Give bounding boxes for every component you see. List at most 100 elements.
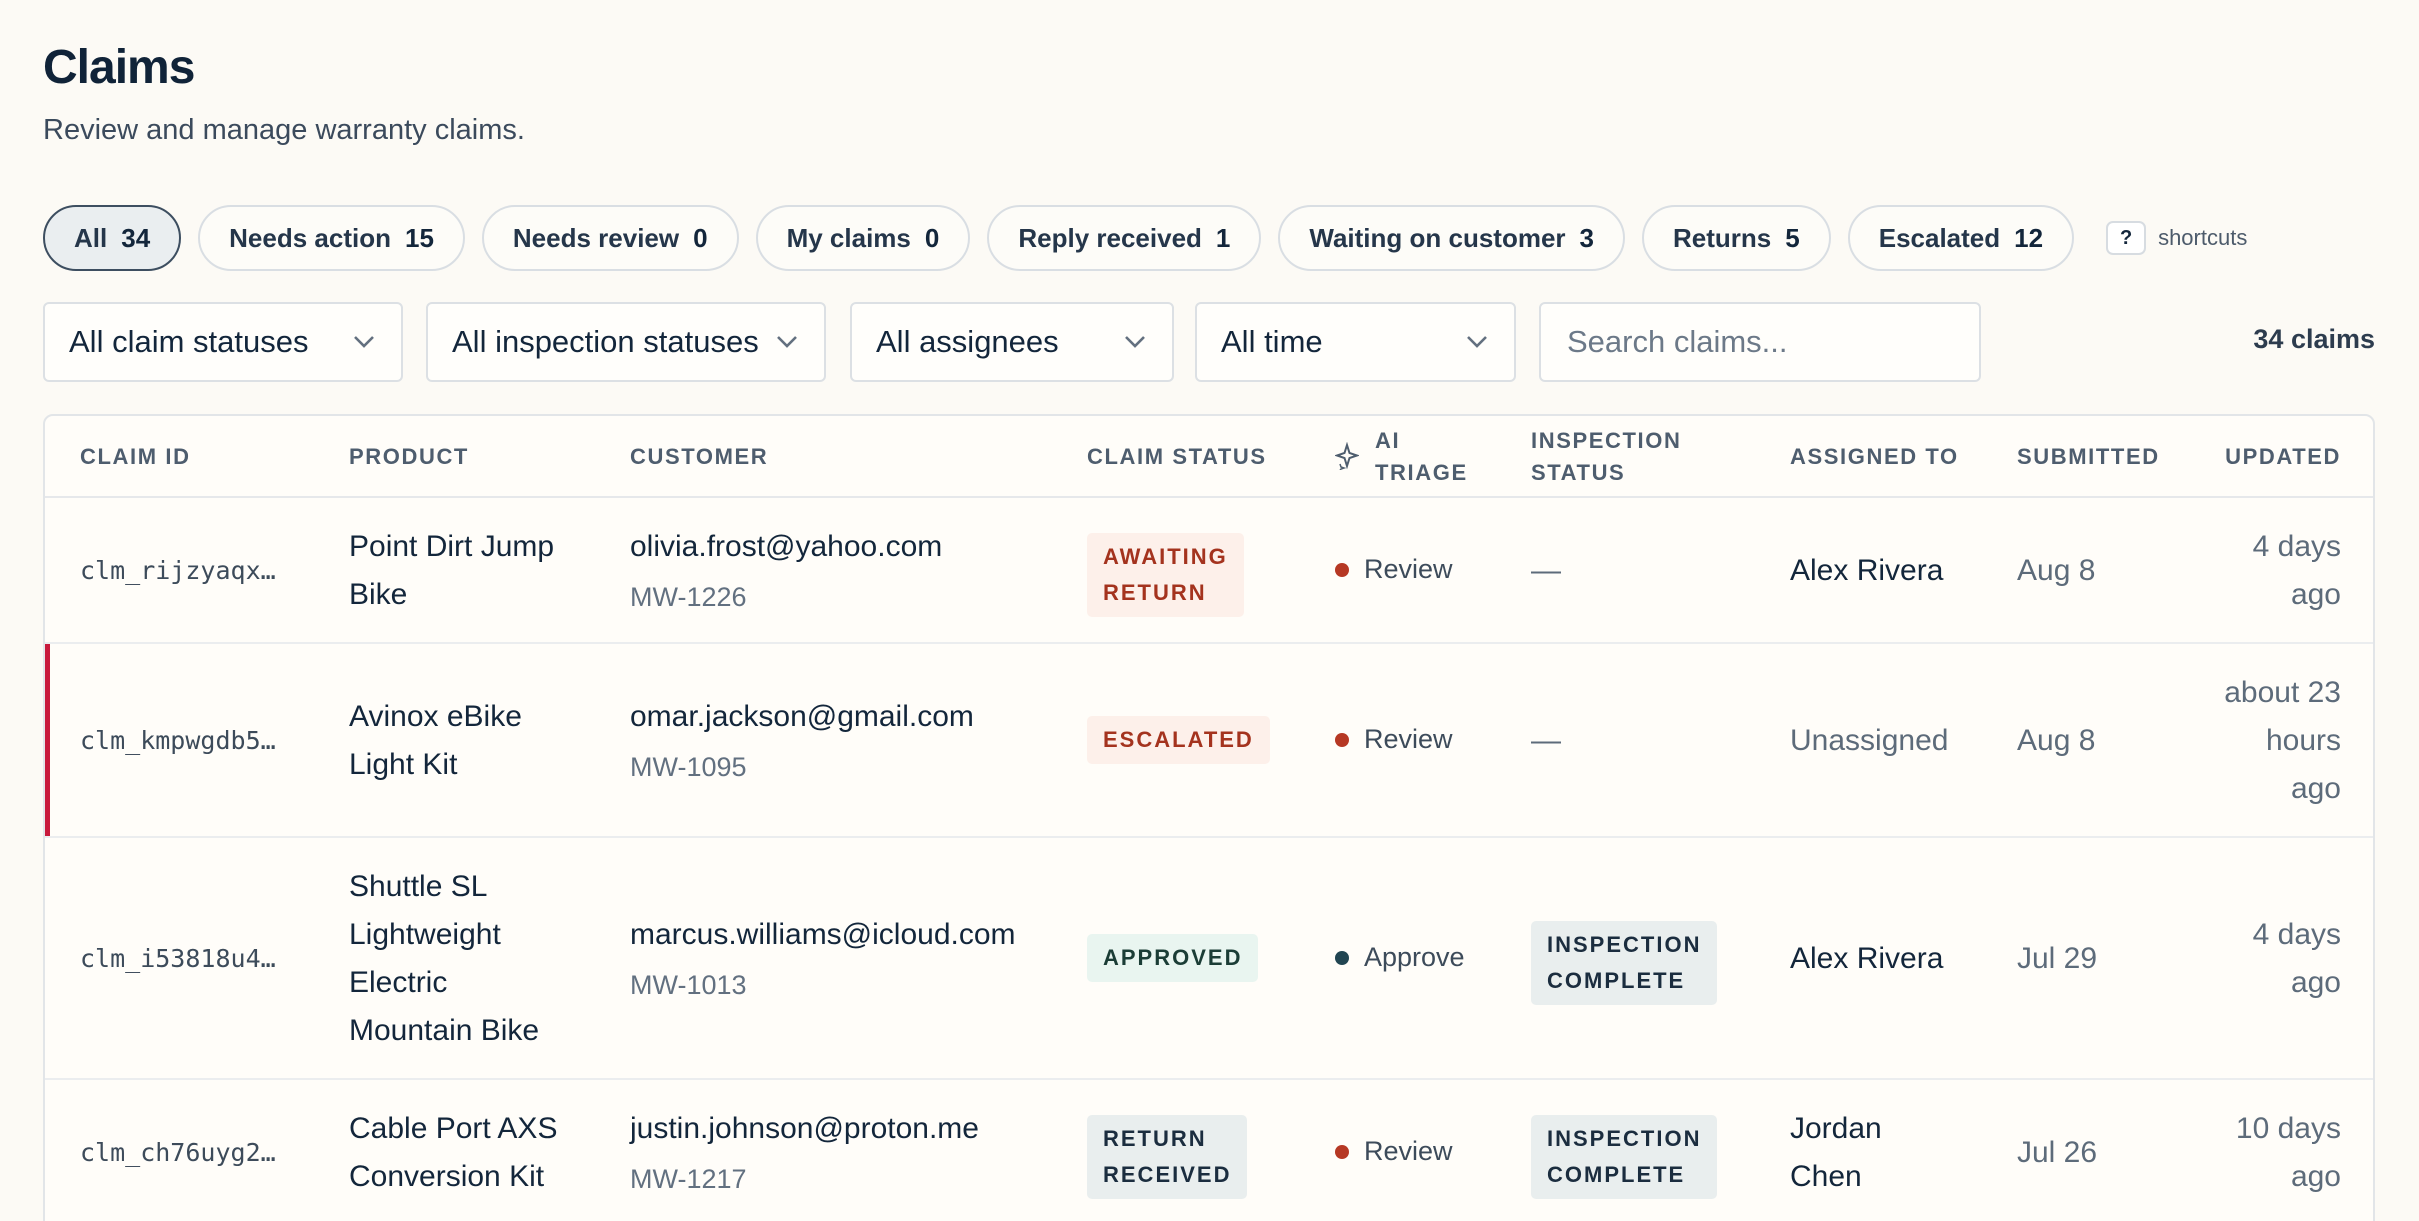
tab-count: 5 bbox=[1785, 222, 1800, 253]
inspection-status: — bbox=[1531, 554, 1561, 587]
customer-email: olivia.frost@yahoo.com bbox=[630, 530, 943, 563]
header-ai-triage-line1: AI bbox=[1375, 428, 1401, 453]
triage-label: Review bbox=[1364, 1136, 1453, 1166]
ai-triage: Review bbox=[1335, 554, 1453, 585]
ai-triage: Review bbox=[1335, 1136, 1453, 1167]
assignee[interactable]: Alex Rivera bbox=[1790, 547, 1943, 595]
shortcuts-label: shortcuts bbox=[2158, 225, 2248, 250]
product-name: Shuttle SL Lightweight Electric Mountain… bbox=[349, 863, 539, 1055]
tab-returns[interactable]: Returns 5 bbox=[1642, 205, 1831, 271]
inspection-status-filter[interactable]: All inspection statuses bbox=[426, 302, 826, 382]
chevron-down-icon bbox=[774, 329, 800, 355]
inspection-line: INSPECTION bbox=[1547, 1126, 1702, 1151]
tab-escalated[interactable]: Escalated 12 bbox=[1847, 205, 2075, 271]
assignee-filter[interactable]: All assignees bbox=[850, 302, 1174, 382]
updated-time: 4 days ago bbox=[2253, 523, 2341, 619]
updated-time: about 23 hours ago bbox=[2224, 669, 2341, 813]
tab-needs-action[interactable]: Needs action 15 bbox=[198, 205, 465, 271]
table-header: CLAIM ID PRODUCT CUSTOMER CLAIM STATUS A… bbox=[45, 416, 2373, 498]
time-filter[interactable]: All time bbox=[1195, 302, 1516, 382]
assignee[interactable]: Jordan Chen bbox=[1790, 1105, 1882, 1201]
header-inspection-status[interactable]: INSPECTION STATUS bbox=[1531, 425, 1681, 489]
tab-label: Reply received bbox=[1018, 222, 1202, 253]
time-filter-value: All time bbox=[1221, 324, 1323, 359]
sparkle-icon bbox=[1333, 441, 1361, 471]
tab-waiting-on-customer[interactable]: Waiting on customer 3 bbox=[1278, 205, 1626, 271]
inspection-line: COMPLETE bbox=[1547, 968, 1686, 993]
customer-email: marcus.williams@icloud.com bbox=[630, 918, 1016, 951]
updated-line: about 23 bbox=[2224, 676, 2341, 709]
product-name: Avinox eBike Light Kit bbox=[349, 693, 522, 789]
tab-needs-review[interactable]: Needs review 0 bbox=[481, 205, 739, 271]
status-badge: RETURN RECEIVED bbox=[1087, 1115, 1248, 1199]
status-badge: AWAITING RETURN bbox=[1087, 533, 1244, 617]
tab-count: 15 bbox=[404, 222, 434, 253]
chevron-down-icon bbox=[1464, 329, 1490, 355]
table-row[interactable]: clm_i53818u4… Shuttle SL Lightweight Ele… bbox=[45, 838, 2373, 1080]
assignee-line: Jordan bbox=[1790, 1112, 1882, 1145]
updated-line: 10 days bbox=[2235, 1112, 2341, 1145]
triage-dot-icon bbox=[1335, 950, 1349, 965]
header-updated[interactable]: UPDATED bbox=[2225, 441, 2341, 473]
status-line: RECEIVED bbox=[1103, 1162, 1232, 1187]
ai-triage: Approve bbox=[1335, 942, 1465, 973]
table-row[interactable]: clm_kmpwgdb5… Avinox eBike Light Kit oma… bbox=[45, 644, 2373, 838]
table-row[interactable]: clm_ch76uyg2… Cable Port AXS Conversion … bbox=[45, 1080, 2373, 1221]
status-line: APPROVED bbox=[1103, 945, 1243, 970]
tab-label: Waiting on customer bbox=[1309, 222, 1566, 253]
search-input[interactable] bbox=[1539, 302, 1981, 382]
header-assigned-to[interactable]: ASSIGNED TO bbox=[1790, 441, 1959, 473]
triage-dot-icon bbox=[1335, 562, 1349, 577]
assignee[interactable]: Unassigned bbox=[1790, 717, 1948, 765]
product-line: Avinox eBike bbox=[349, 700, 522, 733]
updated-line: ago bbox=[2290, 578, 2341, 611]
header-inspection-line1: INSPECTION bbox=[1531, 428, 1682, 453]
header-submitted[interactable]: SUBMITTED bbox=[2017, 441, 2160, 473]
page-subtitle: Review and manage warranty claims. bbox=[43, 114, 525, 146]
order-number: MW-1013 bbox=[630, 970, 747, 1000]
tab-label: Needs review bbox=[512, 222, 680, 253]
product-line: Lightweight bbox=[349, 918, 501, 951]
inspection-badge: INSPECTION COMPLETE bbox=[1531, 1115, 1718, 1199]
header-product[interactable]: PRODUCT bbox=[349, 441, 469, 473]
page-title: Claims bbox=[43, 41, 195, 94]
header-claim-status[interactable]: CLAIM STATUS bbox=[1087, 441, 1267, 473]
claim-tabs: All 34 Needs action 15 Needs review 0 My cl… bbox=[43, 205, 2247, 271]
header-ai-triage[interactable]: AI TRIAGE bbox=[1375, 425, 1468, 489]
assignee[interactable]: Alex Rivera bbox=[1790, 935, 1943, 983]
updated-line: hours bbox=[2265, 724, 2341, 757]
updated-time: 10 days ago bbox=[2236, 1105, 2341, 1201]
tab-count: 1 bbox=[1215, 222, 1231, 253]
shortcut-key: ? bbox=[2106, 221, 2147, 255]
triage-label: Approve bbox=[1364, 942, 1465, 972]
tab-all[interactable]: All 34 bbox=[43, 205, 182, 271]
tab-label: My claims bbox=[786, 222, 911, 253]
claim-status-filter[interactable]: All claim statuses bbox=[43, 302, 403, 382]
product-line: Conversion Kit bbox=[349, 1160, 545, 1193]
customer-email: justin.johnson@proton.me bbox=[630, 1112, 979, 1145]
claim-id[interactable]: clm_kmpwgdb5… bbox=[80, 717, 276, 765]
filter-bar: All claim statuses All inspection status… bbox=[43, 302, 2375, 382]
tab-label: Returns bbox=[1673, 222, 1772, 253]
claims-page: Claims Review and manage warranty claims… bbox=[43, 0, 2375, 1221]
chevron-down-icon bbox=[1122, 329, 1148, 355]
tab-count: 12 bbox=[2014, 222, 2044, 253]
shortcuts-hint[interactable]: ? shortcuts bbox=[2106, 221, 2247, 255]
claim-id[interactable]: clm_i53818u4… bbox=[80, 935, 276, 983]
tab-count: 0 bbox=[693, 222, 708, 253]
tab-count: 34 bbox=[121, 222, 151, 253]
header-claim-id[interactable]: CLAIM ID bbox=[80, 441, 191, 473]
triage-label: Review bbox=[1364, 554, 1453, 584]
status-line: ESCALATED bbox=[1103, 727, 1254, 752]
tab-label: All bbox=[74, 222, 108, 253]
tab-reply-received[interactable]: Reply received 1 bbox=[987, 205, 1262, 271]
tab-my-claims[interactable]: My claims 0 bbox=[755, 205, 971, 271]
status-badge: ESCALATED bbox=[1087, 716, 1270, 764]
order-number: MW-1226 bbox=[630, 582, 747, 612]
table-row[interactable]: clm_rijzyaqx… Point Dirt Jump Bike olivi… bbox=[45, 498, 2373, 644]
claim-id[interactable]: clm_rijzyaqx… bbox=[80, 547, 276, 595]
header-customer[interactable]: CUSTOMER bbox=[630, 441, 768, 473]
claim-id[interactable]: clm_ch76uyg2… bbox=[80, 1129, 276, 1177]
status-line: RETURN bbox=[1103, 580, 1207, 605]
updated-line: ago bbox=[2290, 966, 2341, 999]
